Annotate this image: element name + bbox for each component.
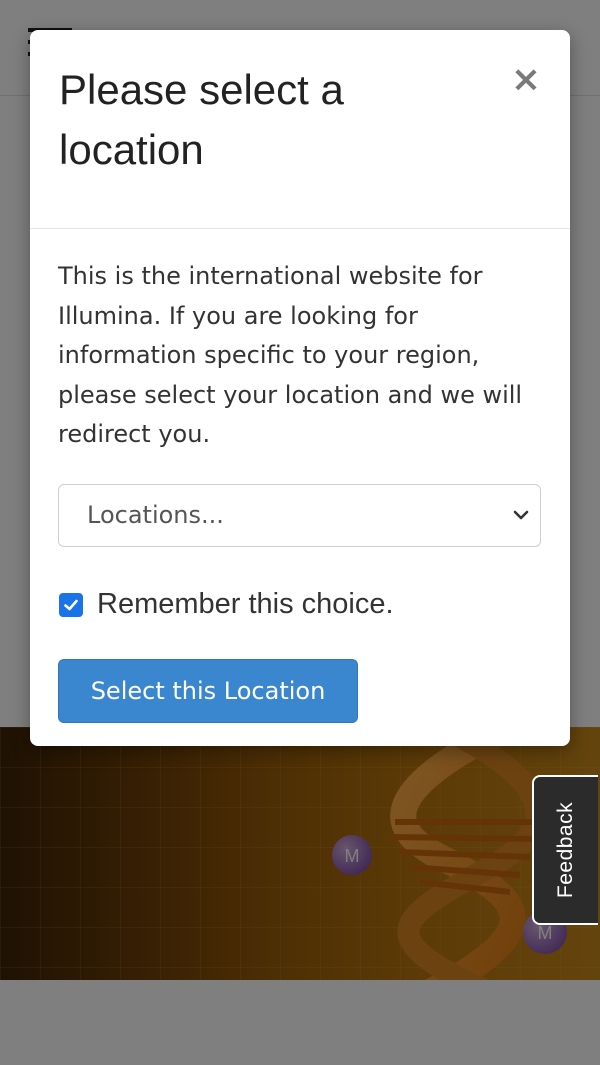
checkmark-icon [64, 599, 78, 610]
remember-choice-row: Remember this choice. [58, 587, 542, 623]
close-button[interactable]: × [510, 60, 542, 100]
modal-header: Please select a location × [30, 30, 570, 229]
remember-checkbox[interactable] [59, 592, 83, 617]
modal-title: Please select a location [59, 66, 344, 173]
modal-body: This is the international website for Il… [30, 229, 570, 723]
remember-label[interactable]: Remember this choice. [97, 588, 394, 621]
location-select-value: Locations... [87, 500, 224, 529]
feedback-label: Feedback [554, 801, 578, 899]
location-select[interactable]: Locations... [58, 483, 541, 547]
select-location-button[interactable]: Select this Location [58, 658, 358, 723]
modal-description: This is the international website for Il… [58, 262, 523, 448]
location-modal: Please select a location × This is the i… [30, 30, 570, 746]
feedback-tab[interactable]: Feedback [532, 775, 598, 925]
location-select-wrapper: Locations... [58, 483, 541, 547]
